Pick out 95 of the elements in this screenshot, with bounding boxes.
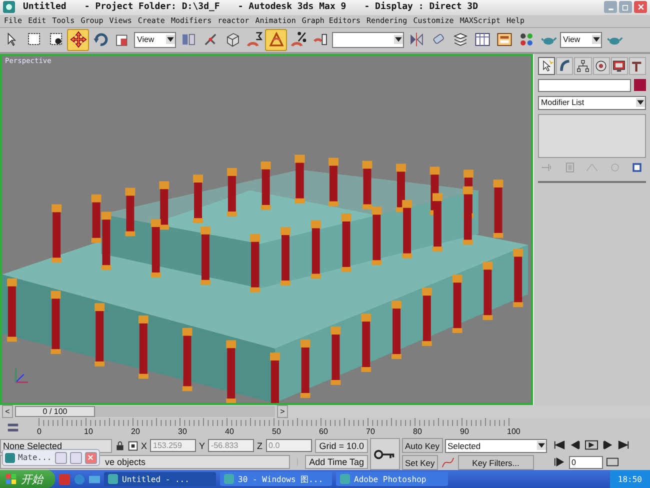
frame-number: 10: [84, 426, 93, 436]
frame-number: 70: [366, 426, 375, 436]
panel-tab[interactable]: [574, 56, 592, 75]
panel-tab[interactable]: [556, 56, 574, 75]
layers-icon: [452, 31, 468, 48]
app-icon: [224, 474, 234, 484]
window-title: Untitled: [23, 2, 66, 12]
close-button[interactable]: [634, 1, 647, 14]
key-mode-dropdown[interactable]: Selected: [444, 438, 546, 452]
angle-snap-icon: [268, 31, 284, 48]
window-title: - Autodesk 3ds Max 9: [238, 2, 346, 12]
magnet-icon: [246, 31, 262, 48]
app-icon: [108, 474, 118, 484]
dropdown-arrow-icon: [536, 441, 546, 450]
frame-number: 40: [225, 426, 234, 436]
go-to-end-icon[interactable]: [616, 440, 630, 450]
restore-icon: [622, 3, 630, 12]
previous-key-icon[interactable]: [568, 440, 582, 450]
key-icon: [374, 448, 396, 460]
object-name-field[interactable]: [538, 78, 631, 92]
close-button[interactable]: [84, 452, 97, 464]
frame-number: 100: [507, 426, 520, 436]
z-label: Z: [257, 440, 263, 450]
dropdown-arrow-icon: [394, 35, 403, 44]
dropdown-arrow-icon: [636, 98, 645, 108]
set-key-mode-button[interactable]: Set Key: [402, 455, 438, 470]
wheel-icon: [594, 58, 608, 73]
window-title: - Project Folder: D:\3d_F: [84, 2, 220, 12]
lock-icon[interactable]: [115, 440, 125, 450]
panel-tab[interactable]: [610, 56, 628, 75]
start-button[interactable]: 开始: [0, 470, 55, 488]
frame-number: 80: [413, 426, 422, 436]
frame-number: 90: [460, 426, 469, 436]
app-icon: [5, 452, 15, 462]
panel-tab[interactable]: [538, 56, 556, 75]
app-icon: [340, 474, 350, 484]
taskbar-item[interactable]: Untitled - ...: [104, 472, 216, 486]
previous-frame-button[interactable]: <: [2, 404, 13, 418]
taskbar-item[interactable]: 30 - Windows 图...: [220, 472, 332, 486]
track-bar[interactable]: 0 10 20 30 40 50 60 70 80 90 100: [36, 418, 526, 438]
percent-snap-icon: [290, 31, 306, 48]
x-label: X: [141, 440, 148, 450]
next-frame-button[interactable]: >: [277, 404, 288, 418]
play-icon[interactable]: [584, 440, 598, 450]
track-bar-toggle-icon[interactable]: [6, 422, 20, 434]
bent-tube-icon: [558, 58, 572, 73]
hierarchy-icon: [576, 58, 590, 73]
go-to-start-icon[interactable]: [552, 440, 566, 450]
window-title: - Display : Direct 3D: [364, 2, 478, 12]
close-icon: [87, 454, 94, 461]
add-time-tag-button[interactable]: Add Time Tag: [305, 454, 368, 468]
material-spheres-icon: [518, 31, 534, 48]
object-color-swatch[interactable]: [634, 78, 646, 91]
close-icon: [636, 3, 644, 12]
view-dropdown[interactable]: View: [134, 32, 176, 48]
frame-number: 30: [178, 426, 187, 436]
next-key-icon[interactable]: [600, 440, 614, 450]
frame-number: 0: [37, 426, 42, 436]
monitor-icon: [612, 58, 626, 73]
rotate-icon: [92, 31, 108, 48]
curve-editor-icon: [474, 31, 490, 48]
window-title: Mate...: [18, 453, 52, 462]
windows-logo-icon: [6, 474, 17, 484]
frame-number: 50: [272, 426, 281, 436]
panel-tab[interactable]: [592, 56, 610, 75]
selection-set-field[interactable]: [332, 32, 404, 48]
auto-key-button[interactable]: Auto Key: [402, 438, 442, 453]
y-label: Y: [199, 440, 206, 450]
taskbar-item[interactable]: Adobe Photoshop: [336, 472, 448, 486]
app-icon: [3, 1, 15, 14]
schematic-icon: [496, 31, 512, 48]
key-filters-button[interactable]: Key Filters...: [458, 455, 534, 470]
time-slider-thumb[interactable]: 0 / 100: [15, 406, 95, 417]
key-mode-icon[interactable]: [552, 457, 566, 467]
time-config-icon[interactable]: [606, 457, 618, 467]
dropdown-arrow-icon: [592, 35, 601, 44]
modifier-list-dropdown[interactable]: Modifier List: [538, 96, 646, 110]
clock: 18:50: [618, 474, 642, 484]
current-frame-field[interactable]: 0: [568, 456, 602, 468]
frame-number: 60: [319, 426, 328, 436]
desktop-launcher-icon[interactable]: [89, 474, 100, 484]
configure-sets-icon[interactable]: [630, 162, 644, 173]
time-slider[interactable]: < 0 / 100 >: [0, 404, 650, 418]
panel-tab[interactable]: [628, 56, 646, 75]
grid-size-field: Grid = 10.0: [315, 438, 368, 452]
transform-mode-icon[interactable]: [128, 440, 138, 450]
set-key-button[interactable]: [370, 438, 400, 470]
view-dropdown[interactable]: View: [560, 32, 602, 48]
curve-icon[interactable]: [440, 456, 456, 469]
mirror-icon: [408, 31, 424, 48]
minimized-window[interactable]: Mate...: [2, 449, 100, 466]
dropdown-arrow-icon: [166, 35, 175, 44]
axis-tripod-icon: [15, 367, 28, 382]
move-icon: [70, 31, 86, 48]
frame-number: 20: [131, 426, 140, 436]
